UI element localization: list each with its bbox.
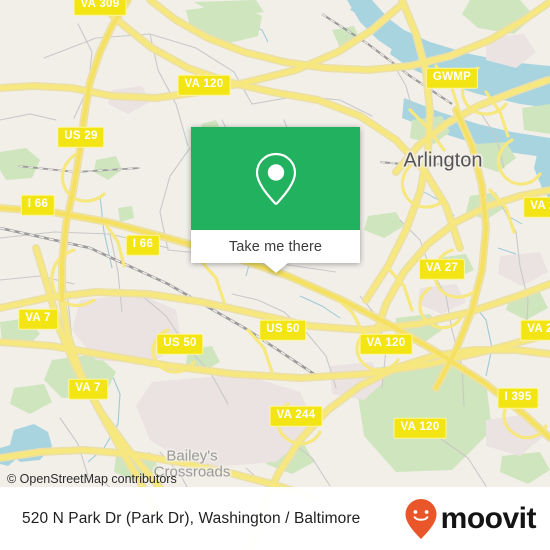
road-shield: VA 120 xyxy=(359,333,413,355)
road-shield: VA 7 xyxy=(18,308,58,330)
moovit-smiley-pin-icon xyxy=(405,498,437,539)
road-shield: VA 309 xyxy=(73,0,127,16)
road-shield: I 66 xyxy=(125,234,161,256)
road-shield: US 50 xyxy=(156,333,204,355)
popup-pointer-tail xyxy=(263,263,288,273)
take-me-there-button[interactable]: Take me there xyxy=(229,239,322,255)
popup-header xyxy=(191,127,360,230)
road-shield: VA 2 xyxy=(520,319,550,341)
road-shield: VA 7 xyxy=(68,378,108,400)
road-shield: US 50 xyxy=(259,319,307,341)
map-popup-card[interactable]: Take me there xyxy=(191,127,360,273)
moovit-wordmark: moovit xyxy=(440,501,537,535)
moovit-map-screenshot: VA 309 VA 120 GWMP US 29 I 66 I 66 VA 27 VA 7 US… xyxy=(0,0,550,550)
map-pin-icon xyxy=(255,152,296,205)
road-shield: VA 120 xyxy=(177,74,231,96)
road-shield: VA 120 xyxy=(393,417,447,439)
popup-action-row[interactable]: Take me there xyxy=(191,230,360,263)
footer-bar: 520 N Park Dr (Park Dr), Washington / Ba… xyxy=(0,487,550,550)
road-shield: I 395 xyxy=(497,387,539,409)
road-shield: VA 2 xyxy=(523,196,550,218)
road-shield: I 66 xyxy=(20,194,56,216)
moovit-logo[interactable]: moovit xyxy=(404,498,537,540)
osm-attribution: © OpenStreetMap contributors xyxy=(7,472,177,486)
road-shield: GWMP xyxy=(425,67,479,89)
road-shield: VA 27 xyxy=(418,258,466,280)
address-label: 520 N Park Dr (Park Dr), Washington / Ba… xyxy=(22,509,361,527)
road-shield: VA 244 xyxy=(269,405,323,427)
road-shield: US 29 xyxy=(57,126,105,148)
